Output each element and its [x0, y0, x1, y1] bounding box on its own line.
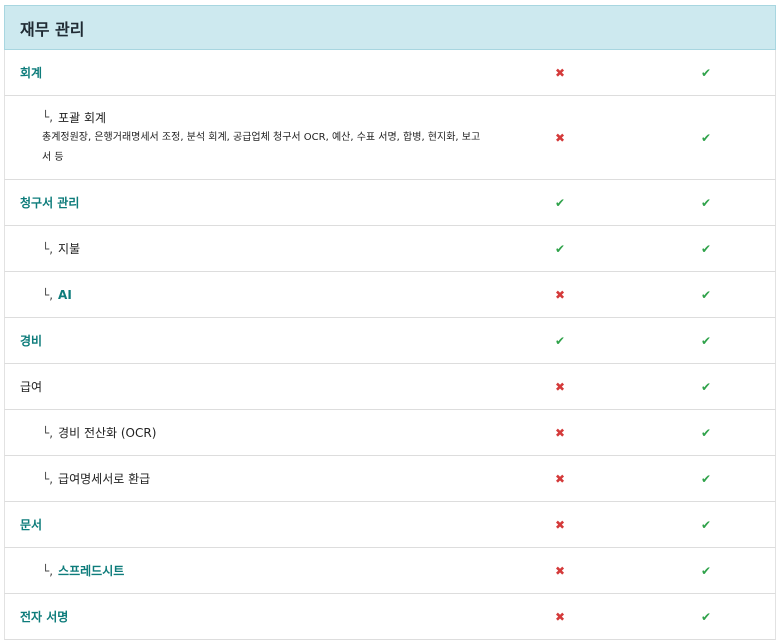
feature-label-text: 지불: [58, 242, 81, 256]
table-row: 경비 ✔ ✔: [4, 318, 776, 364]
feature-label-text: 급여명세서로 환급: [58, 472, 151, 486]
check-icon: ✔: [700, 563, 712, 578]
table-row: 청구서 관리 ✔ ✔: [4, 180, 776, 226]
feature-label: └, 포괄 회계: [42, 108, 482, 126]
table-row: └, AI ✖ ✔: [4, 272, 776, 318]
sub-arrow-icon: └,: [42, 471, 54, 486]
feature-label-text[interactable]: 문서: [20, 516, 42, 533]
cross-icon: ✖: [554, 517, 566, 532]
feature-label-text[interactable]: 스프레드시트: [58, 562, 124, 579]
check-icon: ✔: [700, 379, 712, 394]
check-icon: ✔: [700, 425, 712, 440]
feature-label-text[interactable]: 전자 서명: [20, 608, 68, 625]
feature-link[interactable]: 경비: [20, 318, 42, 363]
feature-link[interactable]: 전자 서명: [20, 594, 68, 639]
feature-label: └, 경비 전산화 (OCR): [42, 410, 156, 455]
feature-description: 총계정원장, 은행거래명세서 조정, 분석 회계, 공급업체 청구서 OCR, …: [42, 132, 481, 163]
check-icon: ✔: [700, 241, 712, 256]
check-icon: ✔: [554, 195, 566, 210]
cross-icon: ✖: [554, 379, 566, 394]
feature-link[interactable]: └, 스프레드시트: [42, 548, 124, 593]
feature-label: └, 급여명세서로 환급: [42, 456, 150, 501]
sub-arrow-icon: └,: [42, 241, 54, 256]
check-icon: ✔: [700, 609, 712, 624]
feature-label-text: 급여: [20, 380, 43, 394]
check-icon: ✔: [700, 517, 712, 532]
feature-link[interactable]: 청구서 관리: [20, 180, 79, 225]
table-row: └, 지불 ✔ ✔: [4, 226, 776, 272]
sub-arrow-icon: └,: [42, 563, 54, 578]
cross-icon: ✖: [554, 65, 566, 80]
check-icon: ✔: [700, 333, 712, 348]
feature-description-block: └, 포괄 회계총계정원장, 은행거래명세서 조정, 분석 회계, 공급업체 청구…: [42, 108, 482, 168]
table-row: 전자 서명 ✖ ✔: [4, 594, 776, 640]
sub-arrow-icon: └,: [42, 425, 54, 440]
cross-icon: ✖: [554, 563, 566, 578]
feature-label: 급여: [20, 364, 42, 409]
feature-link[interactable]: 회계: [20, 50, 42, 95]
feature-table: 재무 관리 회계 ✖ ✔ └, 포괄 회계총계정원장, 은행거래명세서 조정, 분석 회…: [4, 5, 776, 640]
feature-link[interactable]: └, AI: [42, 272, 72, 317]
check-icon: ✔: [554, 241, 566, 256]
cross-icon: ✖: [554, 287, 566, 302]
feature-label: └, 지불: [42, 226, 80, 271]
table-row: 문서 ✖ ✔: [4, 502, 776, 548]
cross-icon: ✖: [554, 609, 566, 624]
table-row: 회계 ✖ ✔: [4, 50, 776, 96]
sub-arrow-icon: └,: [42, 110, 54, 124]
cross-icon: ✖: [554, 425, 566, 440]
check-icon: ✔: [700, 287, 712, 302]
feature-label-text: 포괄 회계: [58, 110, 107, 125]
feature-label-text[interactable]: AI: [58, 288, 72, 302]
feature-label-text[interactable]: 회계: [20, 64, 42, 81]
cross-icon: ✖: [554, 471, 566, 486]
feature-link[interactable]: 문서: [20, 502, 42, 547]
feature-label-text[interactable]: 경비: [20, 332, 42, 349]
feature-label-text: 경비 전산화 (OCR): [58, 426, 157, 440]
feature-rows: 회계 ✖ ✔ └, 포괄 회계총계정원장, 은행거래명세서 조정, 분석 회계, 공급업…: [4, 50, 776, 640]
table-row: └, 스프레드시트 ✖ ✔: [4, 548, 776, 594]
check-icon: ✔: [700, 471, 712, 486]
section-title: 재무 관리: [20, 19, 85, 39]
check-icon: ✔: [554, 333, 566, 348]
feature-label-text[interactable]: 청구서 관리: [20, 194, 79, 211]
check-icon: ✔: [700, 130, 712, 145]
table-row: └, 포괄 회계총계정원장, 은행거래명세서 조정, 분석 회계, 공급업체 청구…: [4, 96, 776, 180]
table-row: └, 급여명세서로 환급 ✖ ✔: [4, 456, 776, 502]
cross-icon: ✖: [554, 130, 566, 145]
check-icon: ✔: [700, 195, 712, 210]
table-row: 급여 ✖ ✔: [4, 364, 776, 410]
check-icon: ✔: [700, 65, 712, 80]
sub-arrow-icon: └,: [42, 287, 54, 302]
table-row: └, 경비 전산화 (OCR) ✖ ✔: [4, 410, 776, 456]
section-header: 재무 관리: [4, 5, 776, 50]
